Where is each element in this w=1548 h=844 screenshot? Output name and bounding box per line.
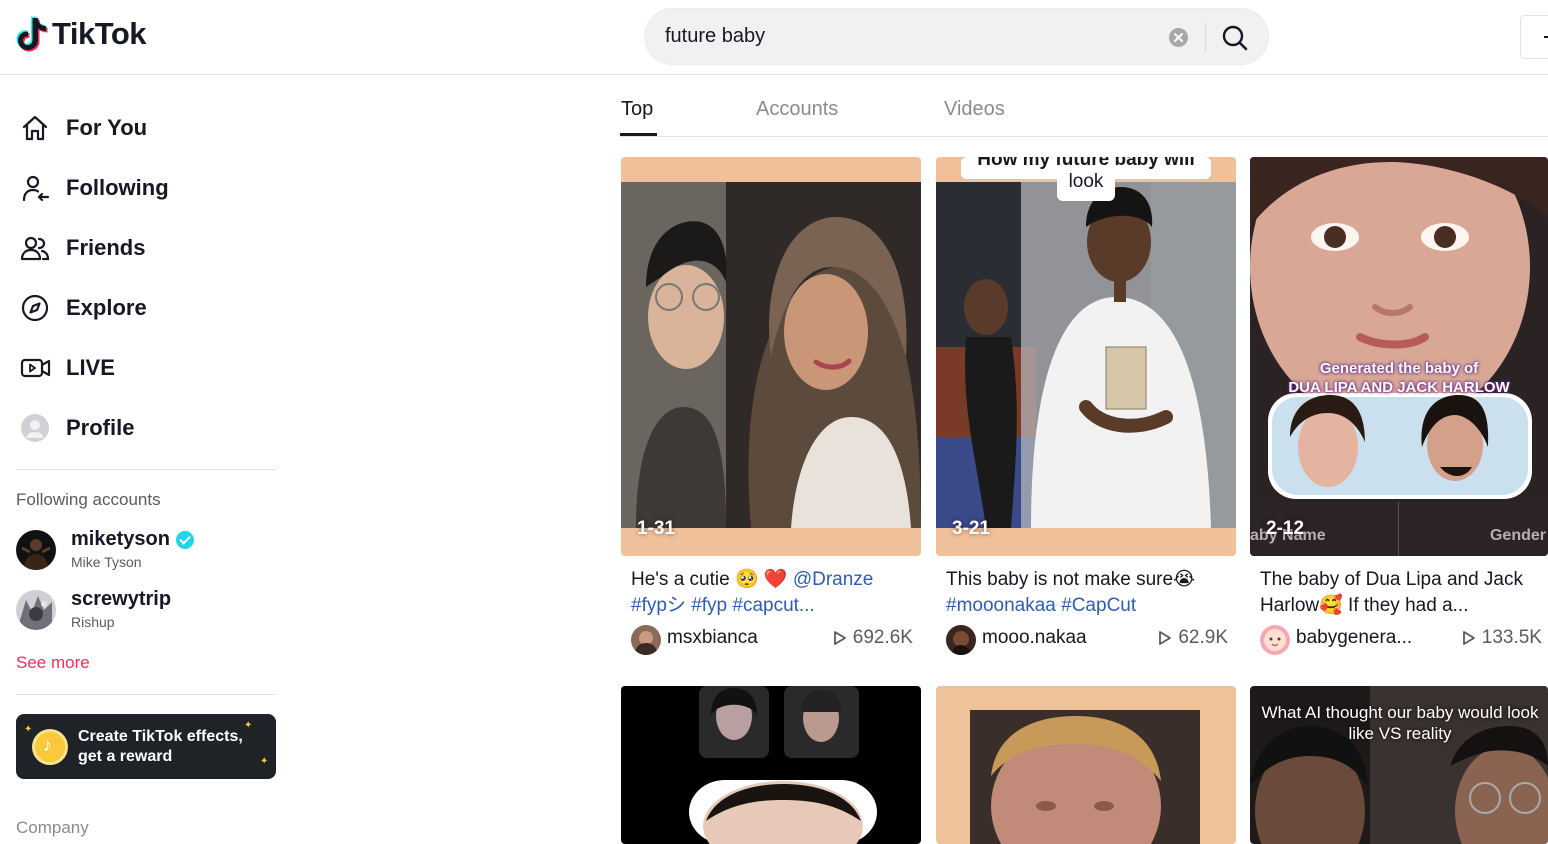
company-link[interactable]: Company <box>16 818 89 838</box>
friends-icon <box>16 232 54 264</box>
search-bar[interactable]: future baby <box>644 8 1269 65</box>
avatar <box>16 530 56 570</box>
sparkle-icon: ✦ <box>24 724 33 735</box>
video-description[interactable]: He's a cutie 🥺 ❤️ @Dranze #fypシ #fyp #ca… <box>631 567 916 619</box>
play-icon <box>1159 631 1172 645</box>
tiktok-logo[interactable]: TikTok <box>16 16 147 52</box>
video-card[interactable] <box>621 686 921 844</box>
video-overlay-caption: DUA LIPA AND JACK HARLOW <box>1288 379 1510 396</box>
home-icon <box>16 112 54 144</box>
following-icon <box>16 172 54 204</box>
video-thumbnail[interactable]: How my future baby will look 3-21 <box>936 157 1236 556</box>
video-overlay-caption: What AI thought our baby would look like… <box>1261 703 1539 743</box>
sidebar-divider <box>16 469 276 470</box>
video-meta: msxbianca 692.6K <box>631 624 913 655</box>
logo-text: TikTok <box>52 16 147 51</box>
account-name: screwytrip <box>71 588 172 610</box>
video-views: 133.5K <box>1462 627 1542 649</box>
video-overlay-label: Gender <box>1489 527 1546 544</box>
video-card[interactable]: What AI thought our baby would look like… <box>1250 686 1548 844</box>
tiktok-note-icon <box>16 16 48 52</box>
account-item-miketyson[interactable]: miketyson Mike Tyson <box>16 528 276 574</box>
video-thumbnail-image <box>936 157 1236 556</box>
sidebar-item-label: LIVE <box>66 355 115 380</box>
effects-coin-icon <box>32 729 68 765</box>
play-icon <box>833 631 846 645</box>
video-meta: mooo.nakaa 62.9K <box>946 624 1228 655</box>
video-thumbnail-image <box>936 686 1236 844</box>
video-meta: babygenera... 133.5K <box>1260 624 1542 655</box>
tab-videos[interactable]: Videos <box>944 98 1005 121</box>
sidebar-item-live[interactable]: LIVE <box>16 346 276 390</box>
video-description[interactable]: The baby of Dua Lipa and Jack Harlow🥰 If… <box>1260 567 1545 619</box>
create-effects-banner[interactable]: ✦ ✦ ✦ Create TikTok effects, get a rewar… <box>16 714 276 779</box>
video-overlay-caption: How my future baby will <box>977 157 1195 170</box>
following-accounts-title: Following accounts <box>16 490 161 509</box>
video-thumbnail[interactable] <box>936 686 1236 844</box>
avatar[interactable] <box>1260 625 1290 655</box>
video-date: 3-21 <box>952 518 991 539</box>
account-name: miketyson <box>71 528 194 551</box>
sidebar-item-label: For You <box>66 115 148 140</box>
sidebar-divider <box>16 694 276 695</box>
sidebar-item-label: Explore <box>66 295 147 320</box>
upload-button[interactable] <box>1520 15 1548 59</box>
sidebar-item-explore[interactable]: Explore <box>16 286 276 330</box>
video-thumbnail-image <box>621 157 921 556</box>
video-description[interactable]: This baby is not make sure😭 #mooonakaa #… <box>946 567 1231 619</box>
video-thumbnail[interactable]: What AI thought our baby would look like… <box>1250 686 1548 844</box>
video-thumbnail[interactable]: Generated the baby of DUA LIPA AND JACK … <box>1250 157 1548 556</box>
video-thumbnail-image <box>621 686 921 844</box>
profile-avatar-icon <box>16 412 54 444</box>
account-nickname: Rishup <box>71 614 115 630</box>
video-author[interactable]: mooo.nakaa <box>982 627 1087 649</box>
video-date: 1-31 <box>637 518 676 539</box>
sidebar-item-following[interactable]: Following <box>16 166 276 210</box>
sidebar-item-label: Following <box>66 175 169 200</box>
account-item-screwytrip[interactable]: screwytrip Rishup <box>16 588 276 634</box>
tab-accounts[interactable]: Accounts <box>756 98 838 121</box>
video-overlay-caption: look <box>1068 171 1104 192</box>
video-author[interactable]: babygenera... <box>1296 627 1412 649</box>
avatar[interactable] <box>631 625 661 655</box>
video-thumbnail-image <box>1250 157 1548 556</box>
video-author[interactable]: msxbianca <box>667 627 758 649</box>
video-thumbnail[interactable]: 1-31 <box>621 157 921 556</box>
live-camera-icon <box>16 352 54 384</box>
search-input[interactable]: future baby <box>665 25 765 48</box>
video-overlay-caption: Generated the baby of <box>1319 360 1479 377</box>
clear-search-icon[interactable] <box>1169 28 1188 47</box>
sidebar-item-label: Profile <box>66 415 135 440</box>
search-divider <box>1205 23 1206 52</box>
sidebar-item-label: Friends <box>66 235 146 260</box>
sidebar-item-profile[interactable]: Profile <box>16 406 276 450</box>
sidebar-item-friends[interactable]: Friends <box>16 226 276 270</box>
verified-badge-icon <box>175 530 194 549</box>
avatar[interactable] <box>946 625 976 655</box>
see-more-link[interactable]: See more <box>16 653 90 673</box>
video-card[interactable] <box>936 686 1236 844</box>
top-header: TikTok future baby <box>0 0 1548 75</box>
effects-banner-text: Create TikTok effects, get a reward <box>78 728 243 765</box>
sidebar: For You Following Friends Explore LIVE P… <box>0 76 292 844</box>
sidebar-item-for-you[interactable]: For You <box>16 106 276 150</box>
search-icon[interactable] <box>1219 22 1251 54</box>
active-tab-indicator <box>620 133 657 136</box>
account-nickname: Mike Tyson <box>71 554 142 570</box>
tab-top[interactable]: Top <box>621 98 653 121</box>
compass-icon <box>16 292 54 324</box>
video-views: 692.6K <box>833 627 913 649</box>
video-views: 62.9K <box>1158 627 1228 649</box>
video-date: 2-12 <box>1266 518 1305 539</box>
avatar <box>16 590 56 630</box>
search-tabs: Top Accounts Videos <box>620 92 1548 137</box>
video-thumbnail[interactable] <box>621 686 921 844</box>
play-icon <box>1462 631 1475 645</box>
